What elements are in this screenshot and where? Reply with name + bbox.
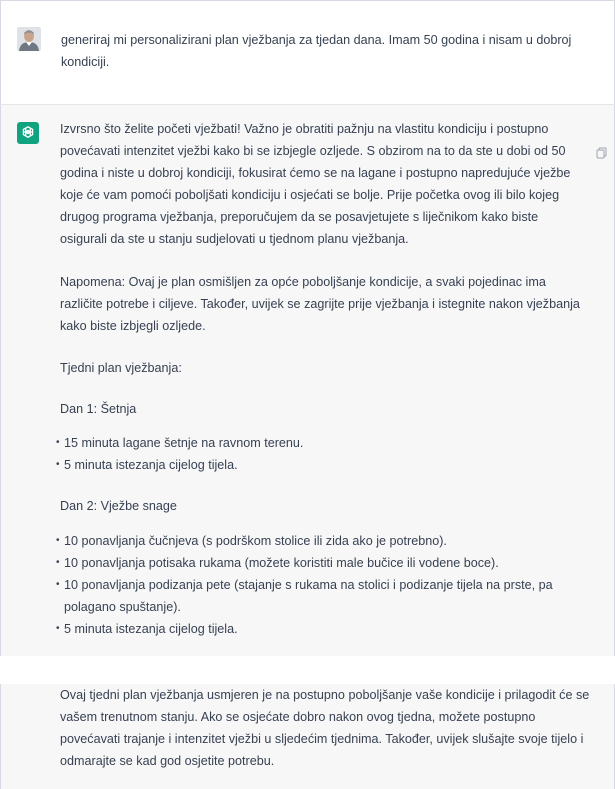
user-message-text: generiraj mi personalizirani plan vježba… bbox=[61, 33, 572, 69]
copy-icon[interactable] bbox=[596, 146, 607, 159]
day2-title: Dan 2: Vježbe snage bbox=[60, 499, 177, 513]
assistant-intro-paragraph: Izvrsno što želite početi vježbati! Važn… bbox=[60, 122, 571, 246]
user-message-row: generiraj mi personalizirani plan vježba… bbox=[0, 0, 615, 86]
plan-heading: Tjedni plan vježbanja: bbox=[60, 361, 182, 375]
screenshot-seam bbox=[0, 656, 615, 684]
list-item: 10 ponavljanja potisaka rukama (možete k… bbox=[56, 552, 586, 574]
user-avatar bbox=[17, 27, 41, 51]
list-item: 5 minuta istezanja cijelog tijela. bbox=[56, 454, 586, 476]
list-item: 15 minuta lagane šetnje na ravnom terenu… bbox=[56, 432, 586, 454]
list-item: 10 ponavljanja čučnjeva (s podrškom stol… bbox=[56, 530, 586, 552]
list-item: 5 minuta istezanja cijelog tijela. bbox=[56, 618, 586, 640]
openai-logo-icon bbox=[17, 122, 39, 144]
chat-frame: generiraj mi personalizirani plan vježba… bbox=[0, 0, 615, 789]
assistant-closing-paragraph: Ovaj tjedni plan vježbanja usmjeren je n… bbox=[60, 688, 590, 768]
row-spacer bbox=[0, 86, 615, 104]
day1-title: Dan 1: Šetnja bbox=[60, 402, 137, 416]
list-item: 10 ponavljanja podizanja pete (stajanje … bbox=[56, 574, 566, 618]
assistant-note-paragraph: Napomena: Ovaj je plan osmišljen za opće… bbox=[60, 275, 580, 333]
